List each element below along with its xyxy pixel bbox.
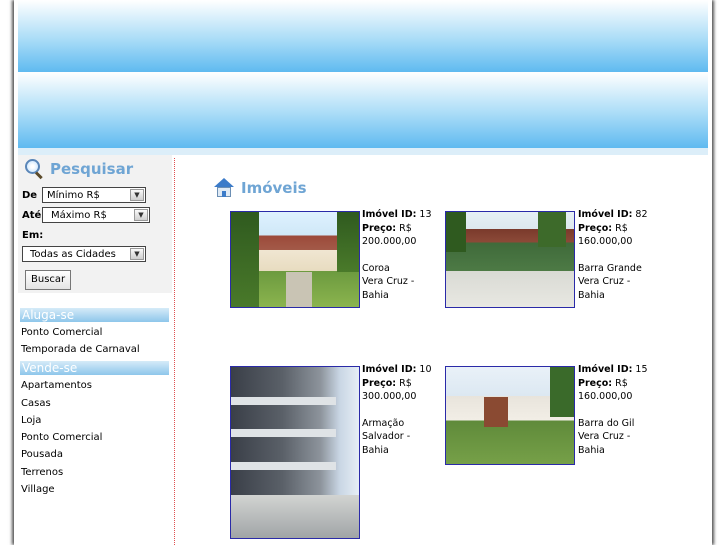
- page-frame: Pesquisar De Mínimo R$ ▼ Até Máximo R$ ▼…: [14, 0, 712, 545]
- city-value: Todas as Cidades: [30, 248, 116, 260]
- property-city: Vera Cruz -: [578, 431, 631, 442]
- de-label: De: [22, 189, 38, 201]
- photo-tree: [446, 212, 466, 252]
- em-row: Em:: [22, 230, 43, 241]
- property-id: 10: [419, 364, 432, 375]
- photo-base: [231, 495, 359, 538]
- id-label: Imóvel ID:: [578, 209, 633, 220]
- property-info: Imóvel ID: 82 Preço: R$ 160.000,00 Barra…: [578, 208, 648, 302]
- property-info: Imóvel ID: 15 Preço: R$ 160.000,00 Barra…: [578, 363, 648, 457]
- property-price: 160.000,00: [578, 236, 633, 247]
- photo-tree: [231, 212, 259, 307]
- property-state: Bahia: [578, 289, 605, 301]
- photo-gate: [484, 397, 508, 427]
- photo-balcony: [231, 429, 336, 437]
- search-heading: Pesquisar: [24, 159, 134, 180]
- chevron-down-icon: ▼: [130, 248, 144, 260]
- property-photo[interactable]: [445, 211, 575, 308]
- min-price-row: De Mínimo R$ ▼: [22, 187, 146, 203]
- property-id: 15: [635, 364, 648, 375]
- main-title: Imóveis: [241, 179, 307, 197]
- photo-tree: [538, 212, 566, 247]
- chevron-down-icon: ▼: [134, 209, 148, 221]
- vende-item-ponto-comercial[interactable]: Ponto Comercial: [21, 432, 102, 443]
- sidebar: Pesquisar De Mínimo R$ ▼ Até Máximo R$ ▼…: [18, 155, 172, 545]
- photo-tree: [337, 212, 359, 272]
- property-state: Bahia: [578, 444, 605, 456]
- price-currency: R$: [399, 377, 412, 389]
- property-place: Barra do Gil: [578, 417, 635, 429]
- property-photo[interactable]: [230, 211, 360, 308]
- property-place: Barra Grande: [578, 262, 642, 274]
- min-price-select[interactable]: Mínimo R$ ▼: [42, 187, 146, 203]
- property-price: 300.000,00: [362, 391, 417, 402]
- min-price-value: Mínimo R$: [47, 189, 100, 201]
- property-city: Vera Cruz -: [578, 276, 631, 287]
- photo-tree: [550, 367, 574, 417]
- vende-item-village[interactable]: Village: [21, 484, 55, 495]
- property-photo[interactable]: [445, 366, 575, 465]
- main-heading: Imóveis: [214, 178, 307, 198]
- price-label: Preço:: [362, 222, 397, 234]
- search-panel: Pesquisar De Mínimo R$ ▼ Até Máximo R$ ▼…: [18, 155, 172, 293]
- property-photo[interactable]: [230, 366, 360, 539]
- price-currency: R$: [399, 222, 412, 234]
- id-label: Imóvel ID:: [362, 364, 417, 375]
- aluga-item-temporada-carnaval[interactable]: Temporada de Carnaval: [21, 344, 140, 355]
- vende-header: Vende-se: [20, 361, 169, 375]
- aluga-item-ponto-comercial[interactable]: Ponto Comercial: [21, 327, 102, 338]
- property-place: Coroa: [362, 262, 390, 274]
- property-info: Imóvel ID: 10 Preço: R$ 300.000,00 Armaç…: [362, 363, 432, 457]
- aluga-header: Aluga-se: [20, 308, 169, 322]
- vende-item-loja[interactable]: Loja: [21, 415, 41, 426]
- id-label: Imóvel ID:: [362, 209, 417, 220]
- property-city: Vera Cruz -: [362, 276, 415, 287]
- max-price-select[interactable]: Máximo R$ ▼: [42, 207, 150, 223]
- magnifier-icon: [24, 159, 44, 180]
- property-state: Bahia: [362, 289, 389, 301]
- vende-item-pousada[interactable]: Pousada: [21, 449, 63, 460]
- house-icon: [214, 178, 234, 198]
- price-label: Preço:: [362, 377, 397, 389]
- ate-label: Até: [22, 209, 42, 221]
- photo-balcony: [231, 397, 336, 405]
- header-strip: [18, 148, 708, 155]
- em-label: Em:: [22, 230, 44, 241]
- search-button[interactable]: Buscar: [25, 270, 72, 290]
- vende-item-apartamentos[interactable]: Apartamentos: [21, 380, 92, 391]
- column-divider: [174, 158, 175, 545]
- price-label: Preço:: [578, 222, 613, 234]
- vende-item-terrenos[interactable]: Terrenos: [21, 467, 63, 478]
- header-band-top: [18, 0, 708, 72]
- vende-item-casas[interactable]: Casas: [21, 398, 51, 409]
- header-banner: [18, 0, 708, 155]
- id-label: Imóvel ID:: [578, 364, 633, 375]
- photo-balcony: [231, 462, 336, 470]
- property-state: Bahia: [362, 444, 389, 456]
- price-label: Preço:: [578, 377, 613, 389]
- header-band-bottom: [18, 72, 708, 148]
- property-price: 200.000,00: [362, 236, 417, 247]
- max-price-row: Até Máximo R$ ▼: [22, 207, 150, 223]
- property-price: 160.000,00: [578, 391, 633, 402]
- city-select[interactable]: Todas as Cidades ▼: [22, 246, 146, 262]
- max-price-value: Máximo R$: [51, 209, 107, 221]
- chevron-down-icon: ▼: [130, 189, 144, 201]
- property-id: 13: [419, 209, 432, 220]
- property-info: Imóvel ID: 13 Preço: R$ 200.000,00 Coroa…: [362, 208, 432, 302]
- photo-path: [286, 272, 312, 307]
- price-currency: R$: [615, 222, 628, 234]
- property-place: Armação: [362, 417, 405, 429]
- city-row: Todas as Cidades ▼: [22, 246, 146, 262]
- property-city: Salvador -: [362, 431, 411, 442]
- price-currency: R$: [615, 377, 628, 389]
- property-id: 82: [635, 209, 648, 220]
- search-title: Pesquisar: [50, 160, 134, 178]
